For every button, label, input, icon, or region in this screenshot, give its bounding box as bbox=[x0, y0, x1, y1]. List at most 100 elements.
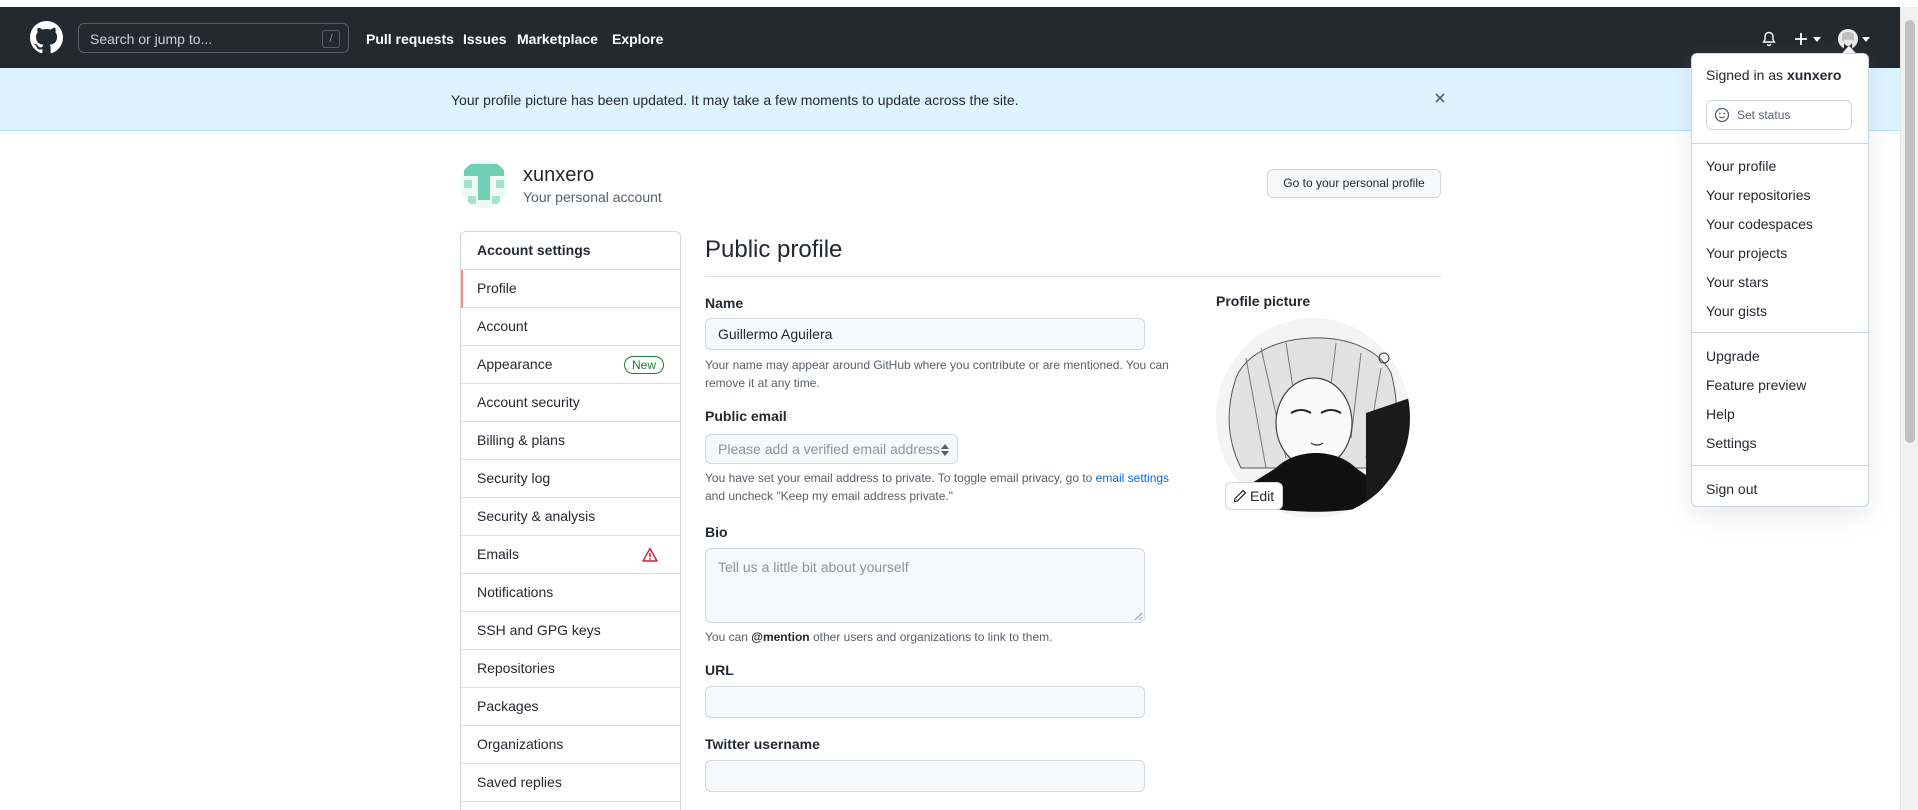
dropdown-divider bbox=[1692, 143, 1868, 144]
edit-button-label: Edit bbox=[1250, 488, 1275, 504]
flash-banner: Your profile picture has been updated. I… bbox=[0, 68, 1900, 131]
url-label: URL bbox=[705, 662, 734, 678]
sidebar-item-billing[interactable]: Billing & plans bbox=[461, 422, 680, 460]
page-scrollbar[interactable] bbox=[1900, 7, 1918, 810]
bio-label: Bio bbox=[705, 524, 728, 540]
search-shortcut-key: / bbox=[322, 30, 340, 48]
sidebar-item-profile[interactable]: Profile bbox=[461, 270, 680, 308]
settings-sidebar: Account settings Profile Account Appeara… bbox=[460, 231, 681, 810]
search-input[interactable]: Search or jump to... / bbox=[78, 23, 349, 53]
sidebar-item-label: Security log bbox=[477, 470, 551, 486]
nav-explore[interactable]: Explore bbox=[612, 31, 663, 47]
caret-down-icon[interactable] bbox=[1813, 37, 1821, 42]
sidebar-item-security-log[interactable]: Security log bbox=[461, 460, 680, 498]
signed-in-prefix: Signed in as bbox=[1706, 67, 1784, 83]
sidebar-item-label: Account bbox=[477, 318, 528, 334]
sidebar-item-label: Emails bbox=[477, 546, 520, 562]
public-email-placeholder: Please add a verified email address bbox=[718, 441, 940, 457]
account-username[interactable]: xunxero bbox=[523, 164, 594, 187]
global-header: Search or jump to... / Pull requests Iss… bbox=[0, 7, 1900, 68]
sidebar-item-label: Billing & plans bbox=[477, 432, 565, 448]
smiley-icon bbox=[1714, 107, 1730, 123]
public-email-label: Public email bbox=[705, 408, 787, 424]
email-note-text: You have set your email address to priva… bbox=[705, 471, 1096, 485]
bio-note-text-end: other users and organizations to link to… bbox=[809, 630, 1053, 644]
edit-picture-button[interactable]: Edit bbox=[1225, 482, 1283, 510]
sidebar-item-security-analysis[interactable]: Security & analysis bbox=[461, 498, 680, 536]
menu-your-gists[interactable]: Your gists bbox=[1706, 303, 1767, 319]
dropdown-divider bbox=[1692, 465, 1868, 466]
menu-help[interactable]: Help bbox=[1706, 406, 1735, 422]
set-status-button[interactable]: Set status bbox=[1706, 100, 1852, 130]
menu-your-codespaces[interactable]: Your codespaces bbox=[1706, 216, 1813, 232]
menu-your-projects[interactable]: Your projects bbox=[1706, 245, 1787, 261]
pencil-icon bbox=[1233, 489, 1247, 503]
menu-your-stars[interactable]: Your stars bbox=[1706, 274, 1769, 290]
sidebar-item-organizations[interactable]: Organizations bbox=[461, 726, 680, 764]
email-settings-link[interactable]: email settings bbox=[1096, 471, 1169, 485]
sidebar-item-appearance[interactable]: Appearance New bbox=[461, 346, 680, 384]
plus-icon[interactable] bbox=[1793, 31, 1809, 47]
user-dropdown-menu: Signed in as xunxero Set status Your pro… bbox=[1691, 53, 1869, 507]
sidebar-item-packages[interactable]: Packages bbox=[461, 688, 680, 726]
avatar-caret-down-icon[interactable] bbox=[1862, 37, 1870, 42]
close-icon[interactable] bbox=[1432, 90, 1448, 106]
menu-feature-preview[interactable]: Feature preview bbox=[1706, 377, 1806, 393]
sidebar-item-account-security[interactable]: Account security bbox=[461, 384, 680, 422]
menu-your-repositories[interactable]: Your repositories bbox=[1706, 187, 1811, 203]
sidebar-item-label: Saved replies bbox=[477, 774, 562, 790]
sidebar-item-notifications[interactable]: Notifications bbox=[461, 574, 680, 612]
menu-settings[interactable]: Settings bbox=[1706, 435, 1757, 451]
name-field[interactable] bbox=[705, 318, 1145, 350]
resize-grip-icon[interactable] bbox=[1134, 612, 1142, 620]
sidebar-item-label: Account security bbox=[477, 394, 580, 410]
bio-placeholder: Tell us a little bit about yourself bbox=[718, 559, 909, 575]
sidebar-item-label: SSH and GPG keys bbox=[477, 622, 601, 638]
account-subtitle: Your personal account bbox=[523, 189, 662, 205]
sidebar-item-repositories[interactable]: Repositories bbox=[461, 650, 680, 688]
bio-textarea[interactable]: Tell us a little bit about yourself bbox=[705, 548, 1145, 623]
url-field[interactable] bbox=[705, 686, 1145, 718]
window-top-strip bbox=[0, 0, 1918, 7]
sidebar-item-ssh-gpg-keys[interactable]: SSH and GPG keys bbox=[461, 612, 680, 650]
email-note-text-end: and uncheck "Keep my email address priva… bbox=[705, 489, 953, 503]
name-note: Your name may appear around GitHub where… bbox=[705, 358, 1169, 390]
sidebar-item-label: Profile bbox=[477, 280, 517, 296]
menu-sign-out[interactable]: Sign out bbox=[1706, 481, 1757, 497]
sidebar-item-label: Organizations bbox=[477, 736, 564, 752]
public-email-select[interactable]: Please add a verified email address bbox=[705, 434, 958, 464]
identicon-icon bbox=[460, 160, 508, 208]
github-logo-icon[interactable] bbox=[30, 21, 63, 54]
sidebar-item-label: Repositories bbox=[477, 660, 555, 676]
nav-issues[interactable]: Issues bbox=[463, 31, 507, 47]
scrollbar-thumb[interactable] bbox=[1905, 20, 1915, 443]
sidebar-item-label: Security & analysis bbox=[477, 508, 596, 524]
sidebar-item-account[interactable]: Account bbox=[461, 308, 680, 346]
twitter-label: Twitter username bbox=[705, 736, 820, 752]
bio-note-text: You can bbox=[705, 630, 752, 644]
select-arrows-icon bbox=[941, 444, 949, 456]
bell-icon[interactable] bbox=[1761, 31, 1777, 47]
sidebar-item-emails[interactable]: Emails bbox=[461, 536, 680, 574]
page-title: Public profile bbox=[705, 236, 843, 263]
sidebar-item-label: Packages bbox=[477, 698, 539, 714]
signed-in-user: xunxero bbox=[1786, 67, 1842, 83]
name-label: Name bbox=[705, 295, 744, 311]
signed-in-as: Signed in as xunxero bbox=[1706, 67, 1841, 83]
sidebar-item-saved-replies[interactable]: Saved replies bbox=[461, 764, 680, 802]
sidebar-heading: Account settings bbox=[461, 232, 680, 270]
sidebar-item-label: Appearance bbox=[477, 356, 553, 372]
menu-your-profile[interactable]: Your profile bbox=[1706, 158, 1776, 174]
nav-pull-requests[interactable]: Pull requests bbox=[366, 31, 454, 47]
mention-text: @mention bbox=[751, 630, 810, 644]
account-avatar bbox=[460, 160, 508, 208]
go-to-personal-profile-button[interactable]: Go to your personal profile bbox=[1267, 169, 1441, 198]
menu-upgrade[interactable]: Upgrade bbox=[1706, 348, 1760, 364]
set-status-label: Set status bbox=[1737, 108, 1791, 122]
sidebar-item-label: Notifications bbox=[477, 584, 554, 600]
alert-icon bbox=[642, 547, 658, 562]
profile-picture-label: Profile picture bbox=[1216, 293, 1311, 309]
twitter-field[interactable] bbox=[705, 760, 1145, 792]
nav-marketplace[interactable]: Marketplace bbox=[517, 31, 598, 47]
search-placeholder: Search or jump to... bbox=[90, 31, 213, 47]
